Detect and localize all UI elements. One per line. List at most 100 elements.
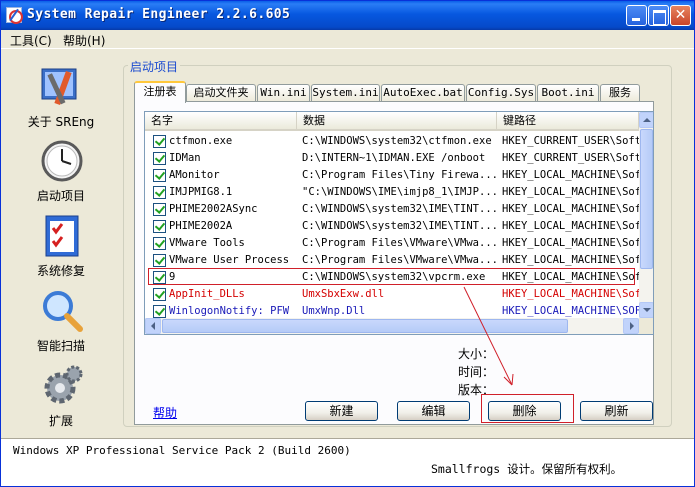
data-cell: C:\WINDOWS\system32\IME\TINT... <box>302 203 497 215</box>
name-cell: PHIME2002A <box>169 220 233 232</box>
name-cell: VMware Tools <box>169 237 245 249</box>
sidebar-item-label: 智能扫描 <box>36 339 85 353</box>
registry-list[interactable]: 名字 数据 键路径 ctfmon.exe C:\WINDOWS\system32\… <box>144 111 654 335</box>
clock-icon <box>41 140 83 182</box>
horizontal-scrollbar[interactable] <box>145 318 639 334</box>
maximize-button[interactable] <box>648 5 669 26</box>
tab-boot-ini[interactable]: Boot.ini <box>537 84 599 102</box>
sidebar-item-repair[interactable]: 系统修复 <box>9 206 113 280</box>
tab-startup-folder[interactable]: 启动文件夹 <box>186 84 256 102</box>
vertical-scrollbar[interactable] <box>639 112 653 318</box>
table-row[interactable]: AMonitor C:\Program Files\Tiny Firewa... H… <box>145 167 639 184</box>
sidebar-nav: 关于 SREng 启动项目 系统修复 智能扫描 扩展 <box>1 51 119 431</box>
name-cell: AMonitor <box>169 169 220 181</box>
highlight-box-row <box>148 268 635 285</box>
key-cell: HKEY_LOCAL_MACHINE\Sof <box>502 169 639 181</box>
sidebar-item-label: 扩展 <box>48 414 73 428</box>
table-row[interactable]: IMJPMIG8.1 "C:\WINDOWS\IME\imjp8_1\IMJP..… <box>145 184 639 201</box>
scroll-corner <box>639 318 653 334</box>
name-cell: IDMan <box>169 152 201 164</box>
key-cell: HKEY_LOCAL_MACHINE\Sof <box>502 254 639 266</box>
key-cell: HKEY_LOCAL_MACHINE\Sof <box>502 203 639 215</box>
menu-bar: 工具(C) 帮助(H) <box>1 30 694 49</box>
column-header-key[interactable]: 键路径 <box>497 112 639 131</box>
close-button[interactable]: ✕ <box>670 5 691 26</box>
size-label: 大小： <box>458 347 495 361</box>
name-cell: ctfmon.exe <box>169 135 233 147</box>
row-checkbox[interactable] <box>153 305 166 318</box>
magnifier-icon <box>43 291 83 332</box>
row-checkbox[interactable] <box>153 186 166 199</box>
row-checkbox[interactable] <box>153 288 166 301</box>
scroll-thumb[interactable] <box>640 129 653 269</box>
data-cell: UmxSbxExw.dll <box>302 288 385 300</box>
data-cell: C:\WINDOWS\system32\ctfmon.exe <box>302 135 492 147</box>
key-cell: HKEY_LOCAL_MACHINE\Sof <box>502 288 639 300</box>
refresh-button[interactable]: 刷新 <box>580 401 653 421</box>
row-checkbox[interactable] <box>153 135 166 148</box>
row-checkbox[interactable] <box>153 169 166 182</box>
tab-win-ini[interactable]: Win.ini <box>257 84 310 102</box>
data-cell: D:\INTERN~1\IDMAN.EXE /onboot <box>302 152 486 164</box>
tab-system-ini[interactable]: System.ini <box>311 84 380 102</box>
help-link[interactable]: 帮助 <box>153 404 177 421</box>
menu-help[interactable]: 帮助(H) <box>60 32 108 49</box>
scroll-down-button[interactable] <box>639 302 653 318</box>
data-cell: C:\WINDOWS\system32\IME\TINT... <box>302 220 497 232</box>
data-cell: "C:\WINDOWS\IME\imjp8_1\IMJP... <box>302 186 497 198</box>
data-cell: C:\Program Files\Tiny Firewa... <box>302 169 497 181</box>
tab-registry[interactable]: 注册表 <box>134 81 186 103</box>
table-row[interactable]: IDMan D:\INTERN~1\IDMAN.EXE /onboot HKEY_C… <box>145 150 639 167</box>
app-window: System Repair Engineer 2.2.6.605 ✕ 工具(C)… <box>0 0 695 487</box>
group-title: 启动项目 <box>128 58 181 75</box>
new-button[interactable]: 新建 <box>305 401 378 421</box>
key-cell: HKEY_LOCAL_MACHINE\Sof <box>502 237 639 249</box>
scroll-up-button[interactable] <box>639 112 653 128</box>
key-cell: HKEY_CURRENT_USER\Soft <box>502 135 639 147</box>
minimize-button[interactable] <box>626 5 647 26</box>
window-title: System Repair Engineer 2.2.6.605 <box>27 7 291 22</box>
row-checkbox[interactable] <box>153 152 166 165</box>
scroll-left-button[interactable] <box>145 318 161 334</box>
app-icon <box>6 7 23 24</box>
tab-config-sys[interactable]: Config.Sys <box>466 84 536 102</box>
time-label: 时间： <box>458 365 495 379</box>
gear-icon <box>44 365 83 404</box>
column-header-data[interactable]: 数据 <box>297 112 497 131</box>
menu-tools[interactable]: 工具(C) <box>7 32 55 49</box>
data-cell: C:\Program Files\VMware\VMwa... <box>302 254 497 266</box>
key-cell: HKEY_CURRENT_USER\Soft <box>502 152 639 164</box>
list-header: 名字 数据 键路径 <box>145 112 639 131</box>
sidebar-item-scan[interactable]: 智能扫描 <box>9 281 113 355</box>
key-cell: HKEY_LOCAL_MACHINE\Sof <box>502 186 639 198</box>
highlight-box-delete <box>481 394 574 423</box>
copyright-text: Smallfrogs 设计。保留所有权利。 <box>431 462 623 476</box>
table-row[interactable]: ctfmon.exe C:\WINDOWS\system32\ctfmon.exe… <box>145 133 639 150</box>
row-checkbox[interactable] <box>153 220 166 233</box>
table-row[interactable]: AppInit_DLLs UmxSbxExw.dll HKEY_LOCAL_MACH… <box>145 286 639 303</box>
table-row[interactable]: VMware Tools C:\Program Files\VMware\VMwa… <box>145 235 639 252</box>
table-row[interactable]: VMware User Process C:\Program Files\VMwa… <box>145 252 639 269</box>
row-checkbox[interactable] <box>153 203 166 216</box>
name-cell: AppInit_DLLs <box>169 288 245 300</box>
scroll-right-button[interactable] <box>623 318 639 334</box>
name-cell: IMJPMIG8.1 <box>169 186 233 198</box>
table-row[interactable]: PHIME2002ASync C:\WINDOWS\system32\IME\TI… <box>145 201 639 218</box>
edit-button[interactable]: 编辑 <box>397 401 470 421</box>
tab-services[interactable]: 服务 <box>600 84 640 102</box>
row-checkbox[interactable] <box>153 237 166 250</box>
sidebar-item-label: 关于 SREng <box>27 115 95 129</box>
sidebar-item-extend[interactable]: 扩展 <box>9 356 113 430</box>
scroll-thumb-horizontal[interactable] <box>162 319 568 333</box>
sidebar-item-label: 系统修复 <box>36 264 85 278</box>
tab-autoexec-bat[interactable]: AutoExec.bat <box>381 84 465 102</box>
sidebar-item-about[interactable]: 关于 SREng <box>9 57 113 131</box>
key-cell: HKEY_LOCAL_MACHINE\Sof <box>502 220 639 232</box>
sidebar-item-startup[interactable]: 启动项目 <box>9 131 113 205</box>
row-checkbox[interactable] <box>153 254 166 267</box>
os-status-text: Windows XP Professional Service Pack 2 (… <box>13 444 351 457</box>
column-header-name[interactable]: 名字 <box>145 112 297 131</box>
name-cell: PHIME2002ASync <box>169 203 258 215</box>
title-bar[interactable]: System Repair Engineer 2.2.6.605 ✕ <box>1 1 694 30</box>
table-row[interactable]: PHIME2002A C:\WINDOWS\system32\IME\TINT..… <box>145 218 639 235</box>
